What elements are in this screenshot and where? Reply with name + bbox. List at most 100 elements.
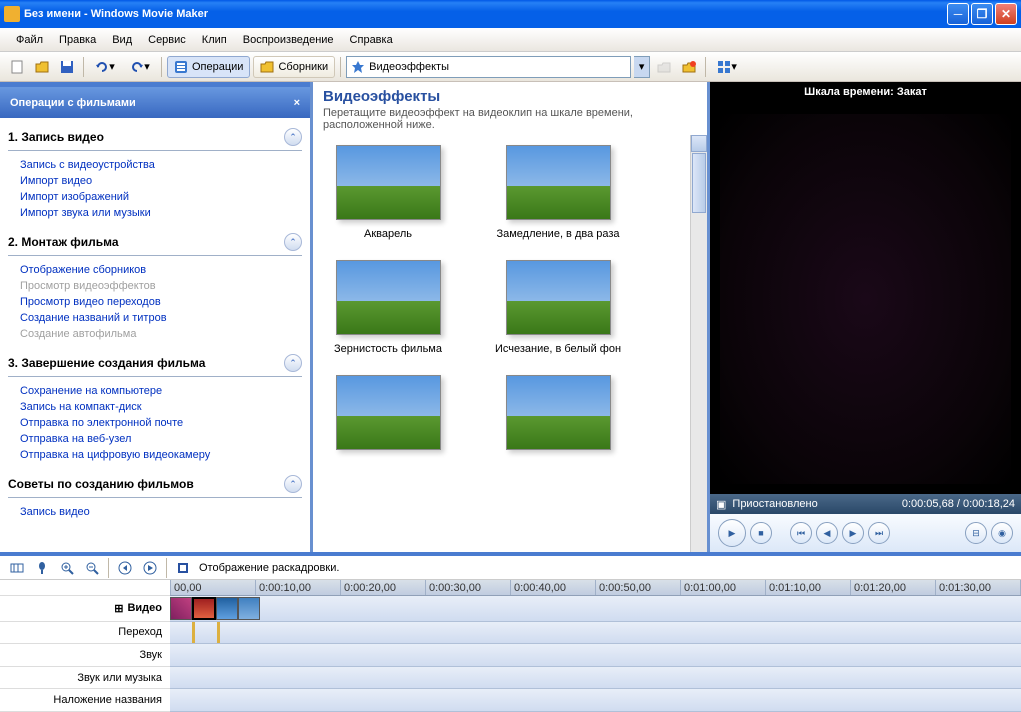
preview-title: Шкала времени: Закат (710, 82, 1021, 104)
timeline-tracks[interactable]: 00,000:00:10,000:00:20,000:00:30,000:00:… (170, 580, 1021, 712)
task-capture-device[interactable]: Запись с видеоустройства (20, 157, 298, 173)
effect-item[interactable]: Акварель (323, 145, 453, 240)
scroll-thumb[interactable] (692, 153, 706, 213)
timeline-view-button[interactable] (6, 557, 28, 579)
menu-help[interactable]: Справка (342, 31, 401, 49)
effect-item[interactable] (323, 375, 453, 450)
scroll-up-icon[interactable] (691, 135, 707, 152)
menu-service[interactable]: Сервис (140, 31, 194, 49)
effect-thumbnail (336, 260, 441, 335)
close-button[interactable]: ✕ (995, 3, 1017, 25)
clip[interactable] (216, 597, 238, 620)
timeline-labels: ⊞Видео Переход Звук Звук или музыка Нало… (0, 580, 170, 712)
track-label-music: Звук или музыка (0, 667, 170, 690)
new-folder-button[interactable] (678, 56, 700, 78)
snapshot-button[interactable]: ◉ (991, 522, 1013, 544)
prev-frame-button[interactable]: ◀ (816, 522, 838, 544)
effect-item[interactable]: Исчезание, в белый фон (493, 260, 623, 355)
view-button[interactable]: ▾ (711, 56, 743, 78)
prev-clip-button[interactable]: ⏮ (790, 522, 812, 544)
effect-item[interactable]: Замедление, в два раза (493, 145, 623, 240)
play-button[interactable]: ▶ (718, 519, 746, 547)
undo-button[interactable]: ▾ (89, 56, 121, 78)
play-timeline-button[interactable] (139, 557, 161, 579)
maximize-button[interactable]: ❐ (971, 3, 993, 25)
task-import-video[interactable]: Импорт видео (20, 173, 298, 189)
task-pane: Операции с фильмами × 1. Запись видео ⌃ … (0, 82, 310, 552)
task-send-dv[interactable]: Отправка на цифровую видеокамеру (20, 447, 298, 463)
timeline-ruler[interactable]: 00,000:00:10,000:00:20,000:00:30,000:00:… (170, 580, 1021, 596)
timeline-area: Отображение раскадровки. ⊞Видео Переход … (0, 552, 1021, 712)
menu-view[interactable]: Вид (104, 31, 140, 49)
redo-button[interactable]: ▾ (124, 56, 156, 78)
task-section-capture[interactable]: 1. Запись видео ⌃ (8, 124, 302, 151)
task-import-audio[interactable]: Импорт звука или музыки (20, 205, 298, 221)
stop-button[interactable]: ■ (750, 522, 772, 544)
music-track[interactable] (170, 667, 1021, 690)
collection-pane: Видеоэффекты Перетащите видеоэффект на в… (310, 82, 710, 552)
effects-grid: Акварель Замедление, в два раза Зернисто… (313, 135, 707, 552)
menu-clip[interactable]: Клип (194, 31, 235, 49)
transition-marker[interactable] (192, 622, 195, 644)
task-import-images[interactable]: Импорт изображений (20, 189, 298, 205)
menu-edit[interactable]: Правка (51, 31, 104, 49)
task-section-tips[interactable]: Советы по созданию фильмов ⌃ (8, 471, 302, 498)
task-send-web[interactable]: Отправка на веб-узел (20, 431, 298, 447)
zoom-in-button[interactable] (56, 557, 78, 579)
minimize-button[interactable]: ─ (947, 3, 969, 25)
effect-thumbnail (506, 260, 611, 335)
task-save-cd[interactable]: Запись на компакт-диск (20, 399, 298, 415)
collapse-icon[interactable]: ⌃ (284, 233, 302, 251)
effect-thumbnail (506, 375, 611, 450)
task-video-transitions[interactable]: Просмотр видео переходов (20, 294, 298, 310)
zoom-out-button[interactable] (81, 557, 103, 579)
clip[interactable] (238, 597, 260, 620)
clip[interactable] (170, 597, 192, 620)
storyboard-label[interactable]: Отображение раскадровки. (197, 562, 339, 574)
sound-track[interactable] (170, 644, 1021, 667)
open-button[interactable] (31, 56, 53, 78)
next-clip-button[interactable]: ⏭ (868, 522, 890, 544)
tasks-button[interactable]: Операции (167, 56, 250, 78)
split-button[interactable]: ⊟ (965, 522, 987, 544)
collection-dropdown[interactable]: Видеоэффекты (346, 56, 631, 78)
task-send-email[interactable]: Отправка по электронной почте (20, 415, 298, 431)
video-track[interactable] (170, 596, 1021, 622)
collection-title: Видеоэффекты (323, 88, 697, 105)
effect-item[interactable]: Зернистость фильма (323, 260, 453, 355)
titlebar: Без имени - Windows Movie Maker ─ ❐ ✕ (0, 0, 1021, 28)
task-tips-capture[interactable]: Запись видео (20, 504, 298, 520)
task-save-computer[interactable]: Сохранение на компьютере (20, 383, 298, 399)
effect-item[interactable] (493, 375, 623, 450)
collections-button[interactable]: Сборники (253, 56, 335, 78)
scrollbar[interactable] (690, 135, 707, 552)
timeline-toolbar: Отображение раскадровки. (0, 556, 1021, 580)
task-video-effects[interactable]: Просмотр видеоэффектов (20, 278, 298, 294)
collapse-icon[interactable]: ⌃ (284, 128, 302, 146)
task-pane-close-icon[interactable]: × (294, 97, 300, 109)
task-section-edit[interactable]: 2. Монтаж фильма ⌃ (8, 229, 302, 256)
task-titles[interactable]: Создание названий и титров (20, 310, 298, 326)
save-button[interactable] (56, 56, 78, 78)
narrate-button[interactable] (31, 557, 53, 579)
collapse-icon[interactable]: ⌃ (284, 475, 302, 493)
app-icon (4, 6, 20, 22)
menu-file[interactable]: Файл (8, 31, 51, 49)
new-button[interactable] (6, 56, 28, 78)
collection-dropdown-arrow[interactable]: ▾ (634, 56, 650, 78)
collapse-icon[interactable]: ⌃ (284, 354, 302, 372)
title-track[interactable] (170, 689, 1021, 712)
transition-track[interactable] (170, 622, 1021, 645)
rewind-button[interactable] (114, 557, 136, 579)
menu-play[interactable]: Воспроизведение (235, 31, 342, 49)
storyboard-icon[interactable] (172, 557, 194, 579)
task-show-collections[interactable]: Отображение сборников (20, 262, 298, 278)
track-label-transition: Переход (0, 622, 170, 645)
next-frame-button[interactable]: ▶ (842, 522, 864, 544)
transition-marker[interactable] (217, 622, 220, 644)
task-section-finish[interactable]: 3. Завершение создания фильма ⌃ (8, 350, 302, 377)
task-automovie[interactable]: Создание автофильма (20, 326, 298, 342)
up-folder-button[interactable] (653, 56, 675, 78)
collection-subtitle: Перетащите видеоэффект на видеоклип на ш… (323, 107, 697, 131)
clip-selected[interactable] (192, 597, 216, 620)
